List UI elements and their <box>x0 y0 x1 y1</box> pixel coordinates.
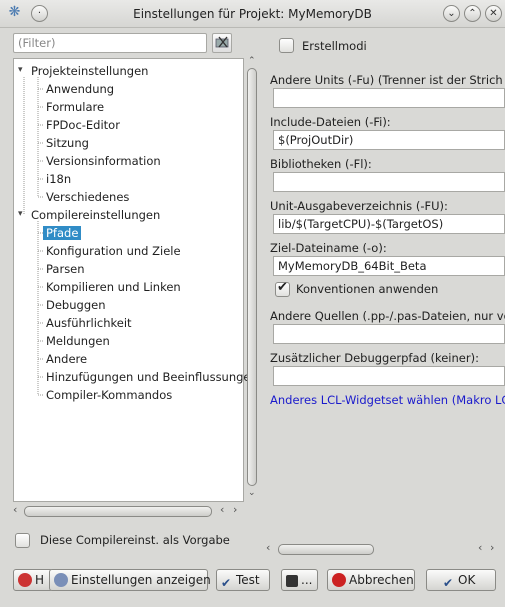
tree-item-debuggen[interactable]: Debuggen <box>46 297 105 313</box>
expand-arrow-icon[interactable]: ▾ <box>18 209 23 219</box>
tree-item-compile-link[interactable]: Kompilieren und Linken <box>46 279 181 295</box>
scroll-thumb[interactable] <box>24 506 212 517</box>
title-bar: ❋ · Einstellungen für Projekt: MyMemoryD… <box>0 0 505 28</box>
debugger-path-label: Zusätzlicher Debuggerpfad (keiner): <box>270 351 479 365</box>
other-units-field[interactable] <box>273 88 505 108</box>
show-options-button[interactable]: Einstellungen anzeigen <box>49 569 211 591</box>
clear-filter-icon <box>215 36 229 48</box>
tree-item-version[interactable]: Versionsinformation <box>46 153 161 169</box>
expand-arrow-icon[interactable]: ▾ <box>18 65 23 75</box>
cancel-icon <box>332 573 346 587</box>
checkmark-icon: ✔ <box>277 280 288 295</box>
tree-item-compiler-commands[interactable]: Compiler-Kommandos <box>46 387 172 403</box>
conventions-label: Konventionen anwenden <box>296 282 439 296</box>
help-icon <box>18 573 32 587</box>
debugger-path-field[interactable] <box>273 366 505 386</box>
scroll-thumb[interactable] <box>247 68 257 486</box>
scroll-thumb[interactable] <box>278 544 374 555</box>
include-files-label: Include-Dateien (-Fi): <box>270 115 391 129</box>
gear-icon <box>54 573 68 587</box>
options-horizontal-scrollbar[interactable]: ‹ ‹ › <box>265 541 505 556</box>
tree-item-sitzung[interactable]: Sitzung <box>46 135 89 151</box>
tree-item-formulare[interactable]: Formulare <box>46 99 104 115</box>
tree-item-i18n[interactable]: i18n <box>46 171 71 187</box>
tree-item-fpdoc[interactable]: FPDoc-Editor <box>46 117 120 133</box>
tree-item-messages[interactable]: Meldungen <box>46 333 110 349</box>
scroll-right-icon[interactable]: › <box>233 503 237 516</box>
tree-vertical-scrollbar[interactable]: ⌃ ⌄ <box>245 56 259 502</box>
tree-item-pfade[interactable]: Pfade <box>43 225 82 241</box>
scroll-left-icon[interactable]: ‹ <box>13 503 17 516</box>
tree-item-andere[interactable]: Andere <box>46 351 87 367</box>
include-files-field[interactable]: $(ProjOutDir) <box>273 130 505 150</box>
scroll-down-icon[interactable]: ⌄ <box>248 488 256 498</box>
libraries-label: Bibliotheken (-Fl): <box>270 157 372 171</box>
help-button[interactable]: H <box>13 569 53 591</box>
tree-item-parsen[interactable]: Parsen <box>46 261 85 277</box>
unit-output-field[interactable]: lib/$(TargetCPU)-$(TargetOS) <box>273 214 505 234</box>
window-title: Einstellungen für Projekt: MyMemoryDB <box>133 7 372 21</box>
libraries-field[interactable] <box>273 172 505 192</box>
tree-item-config[interactable]: Konfiguration und Ziele <box>46 243 181 259</box>
save-icon <box>286 575 298 587</box>
check-icon: ✔ <box>443 576 454 590</box>
other-sources-field[interactable] <box>273 324 505 344</box>
conventions-checkbox[interactable]: ✔ <box>275 280 290 297</box>
target-filename-label: Ziel-Dateiname (-o): <box>270 241 387 255</box>
tree-item-misc[interactable]: Verschiedenes <box>46 189 129 205</box>
maximize-icon[interactable]: ⌃ <box>464 5 481 22</box>
minimize-icon[interactable]: ⌄ <box>443 5 460 22</box>
scroll-left-icon[interactable]: ‹ <box>266 541 270 554</box>
scroll-right-icon[interactable]: › <box>490 541 494 554</box>
close-icon[interactable]: ✕ <box>485 5 502 22</box>
unit-output-label: Unit-Ausgabeverzeichnis (-FU): <box>270 199 448 213</box>
tree-horizontal-scrollbar[interactable]: ‹ ‹ › <box>13 503 244 518</box>
default-compiler-checkbox[interactable] <box>15 533 30 548</box>
scroll-left-icon[interactable]: ‹ <box>478 541 482 554</box>
tree-item-verbosity[interactable]: Ausführlichkeit <box>46 315 132 331</box>
buildmodes-checkbox[interactable] <box>279 38 294 53</box>
tree-item-anwendung[interactable]: Anwendung <box>46 81 114 97</box>
default-compiler-label: Diese Compilereinst. als Vorgabe <box>40 533 230 547</box>
target-filename-field[interactable]: MyMemoryDB_64Bit_Beta <box>273 256 505 276</box>
buildmodes-label: Erstellmodi <box>302 39 367 53</box>
tree-group-compiler[interactable]: Compilereinstellungen <box>31 207 160 223</box>
save-button[interactable]: ... <box>281 569 318 591</box>
test-button[interactable]: ✔ Test <box>216 569 270 591</box>
scroll-up-icon[interactable]: ⌃ <box>248 56 256 66</box>
other-sources-label: Andere Quellen (.pp-/.pas-Dateien, nur v… <box>270 309 505 323</box>
cancel-button[interactable]: Abbrechen <box>327 569 415 591</box>
scroll-left-icon[interactable]: ‹ <box>220 503 224 516</box>
other-units-label: Andere Units (-Fu) (Trenner ist der Stri… <box>270 73 503 87</box>
check-icon: ✔ <box>221 576 232 590</box>
tree-item-additions[interactable]: Hinzufügungen und Beeinflussungen <box>46 369 258 385</box>
filter-input[interactable]: (Filter) <box>13 33 207 53</box>
options-tree[interactable]: ▾ Projekteinstellungen Anwendung Formula… <box>13 58 258 502</box>
ok-button[interactable]: ✔ OK <box>426 569 496 591</box>
tree-group-project[interactable]: Projekteinstellungen <box>31 63 148 79</box>
lcl-widgetset-link[interactable]: Anderes LCL-Widgetset wählen (Makro LC <box>270 393 505 407</box>
clear-filter-button[interactable] <box>212 33 232 53</box>
